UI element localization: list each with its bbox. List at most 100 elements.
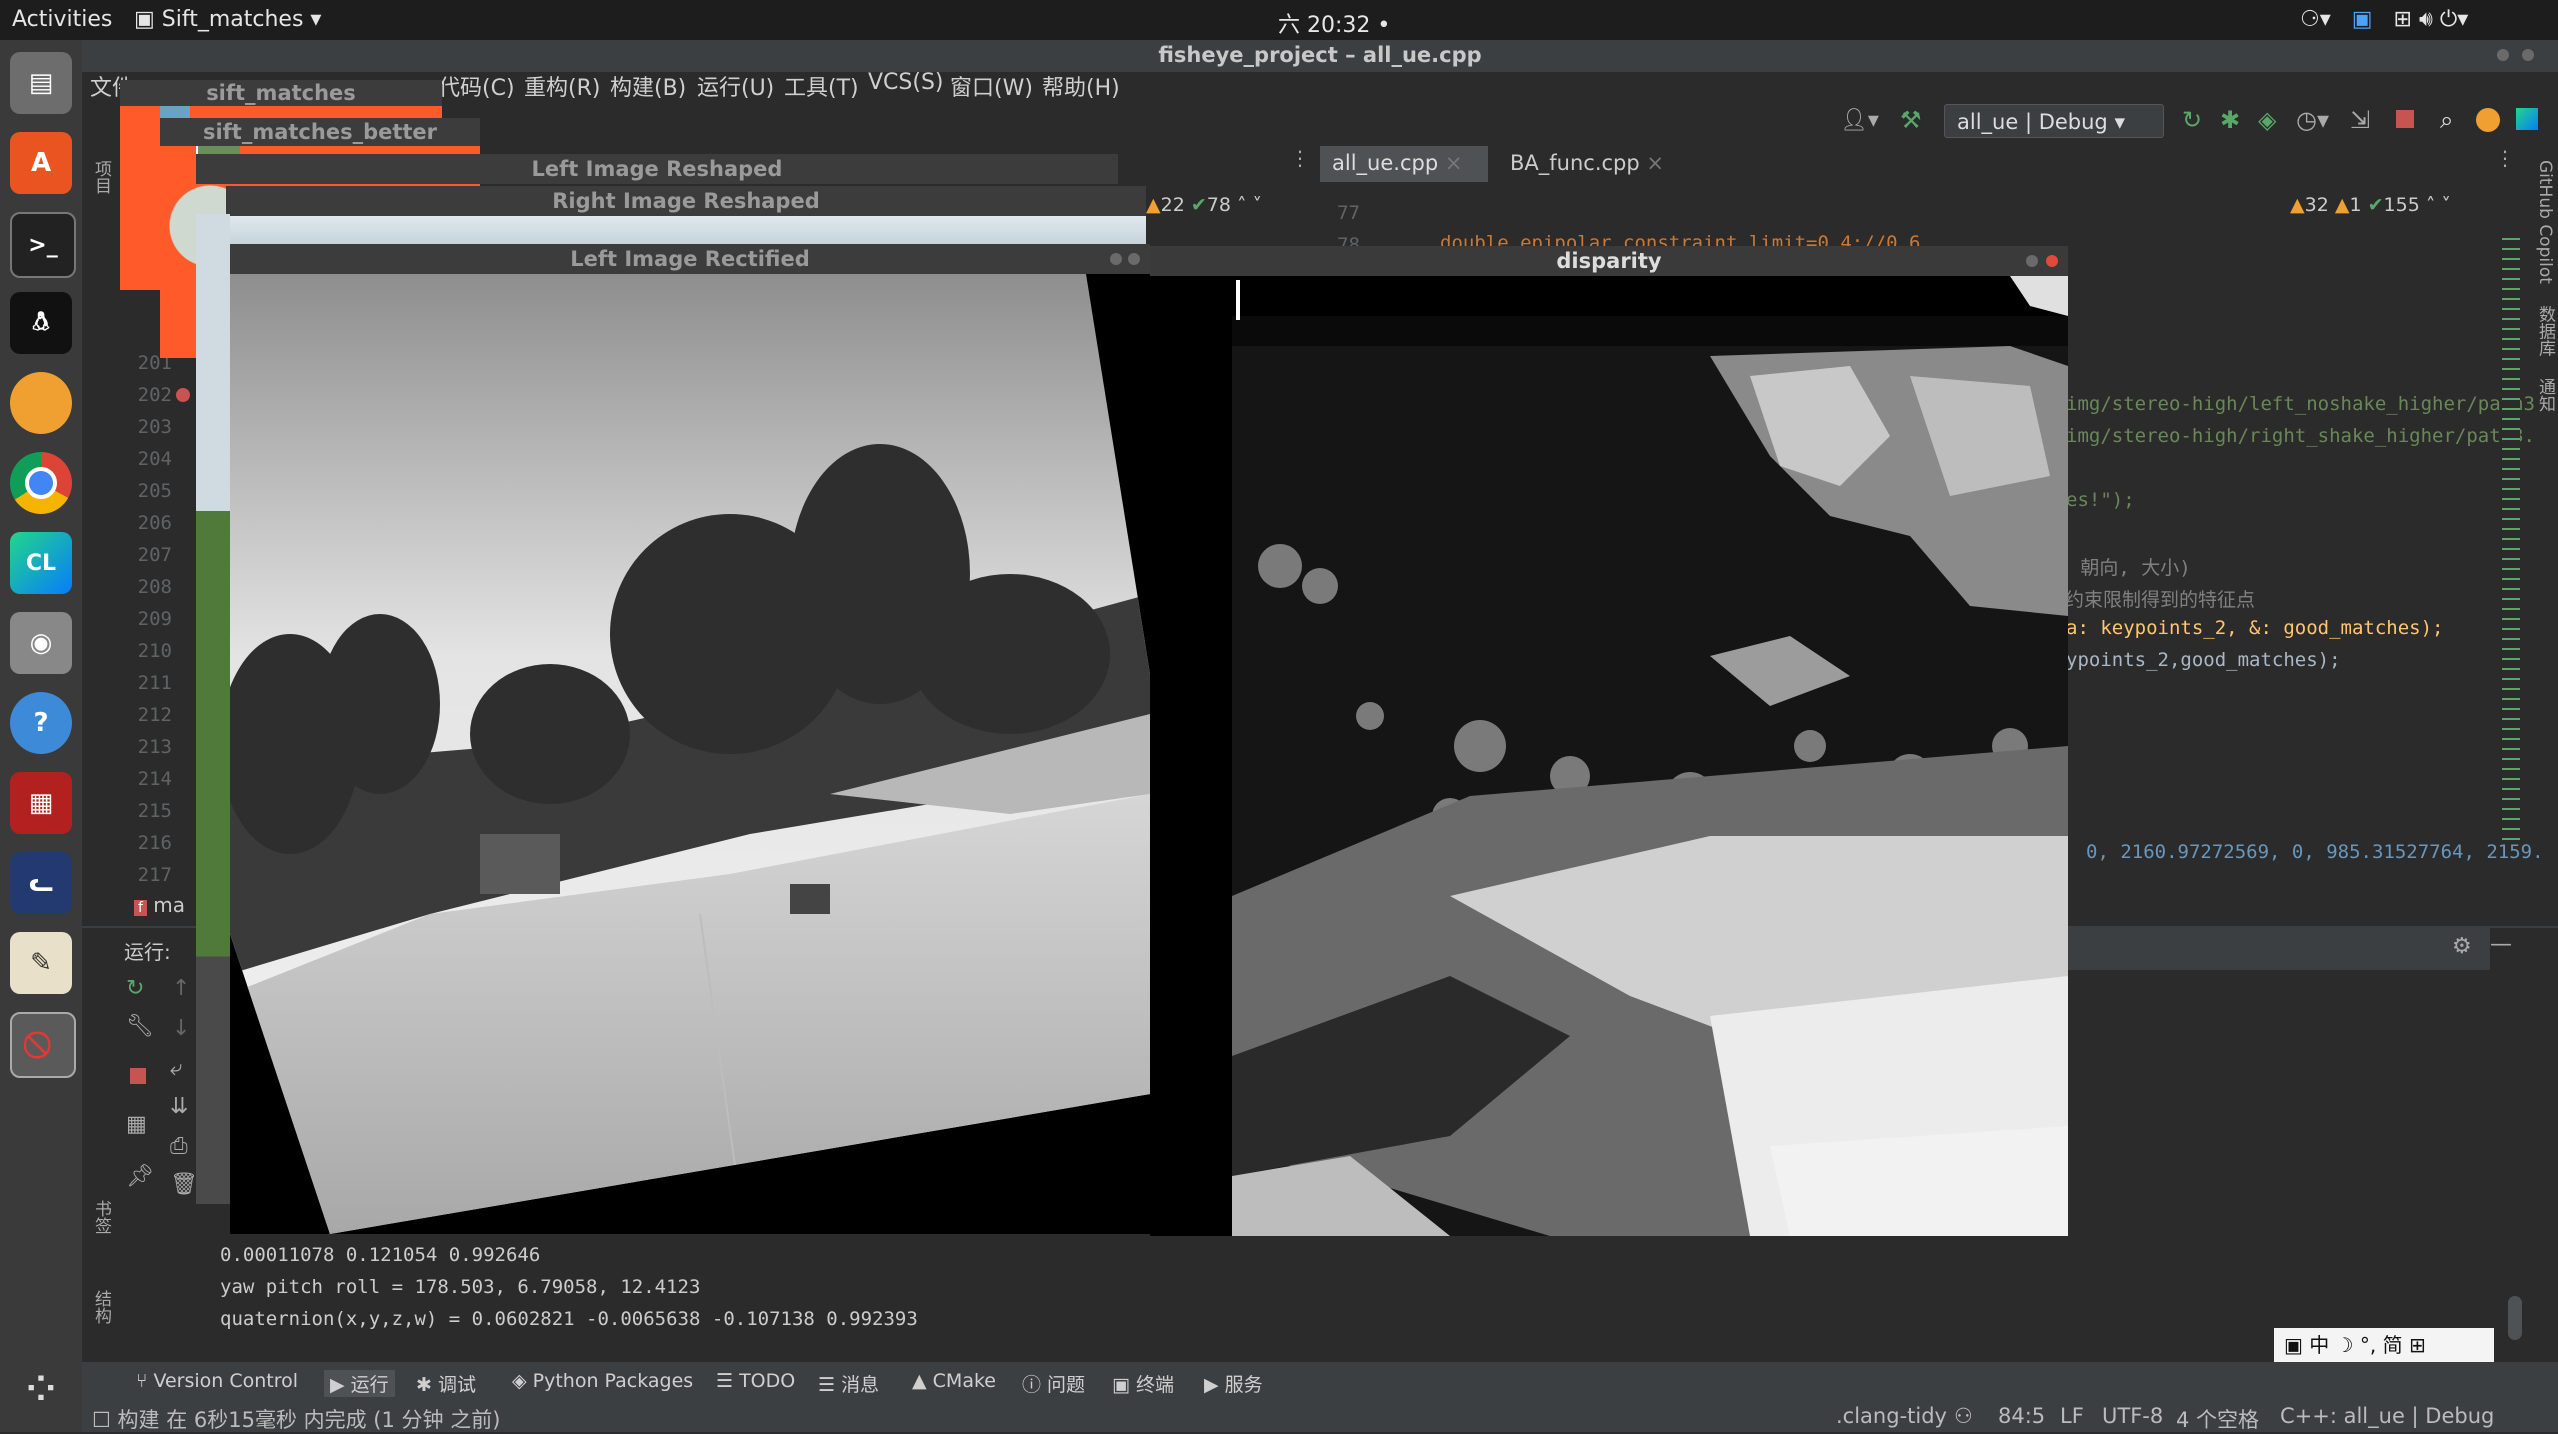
window-title[interactable]: sift_matches_better bbox=[160, 118, 480, 146]
help-icon[interactable]: ? bbox=[10, 692, 72, 754]
window-close-icon[interactable] bbox=[2046, 255, 2058, 267]
stop-run-icon[interactable] bbox=[130, 1068, 146, 1084]
status-copilot-icon[interactable]: ⚇ bbox=[1954, 1404, 1973, 1428]
rerun-icon[interactable]: ↻ bbox=[126, 976, 144, 1001]
build-hammer-icon[interactable]: ⚒ bbox=[1900, 106, 1922, 134]
cat-app-icon[interactable]: ᓚ bbox=[10, 852, 72, 914]
system-tray[interactable]: ⚆▾ ▣ ⊞ 🔊︎ ⏻▾ bbox=[2300, 7, 2468, 32]
tab-messages[interactable]: ☰ 消息 bbox=[818, 1370, 879, 1397]
status-encoding[interactable]: UTF-8 bbox=[2102, 1404, 2163, 1428]
tab-todo[interactable]: ☰ TODO bbox=[716, 1370, 795, 1392]
trash-icon[interactable]: 🗑︎ bbox=[170, 1172, 198, 1197]
hide-panel-icon[interactable]: — bbox=[2490, 932, 2512, 957]
show-apps-icon[interactable]: ⁘ bbox=[10, 1358, 72, 1420]
print-icon[interactable]: ⎙ bbox=[170, 1134, 188, 1159]
tab-ba-func[interactable]: BA_func.cpp × bbox=[1498, 146, 1688, 182]
tool-project[interactable]: 项目 bbox=[86, 160, 114, 230]
clock[interactable]: 六 20:32 • bbox=[1278, 7, 1390, 39]
profile-icon[interactable]: ◷▾ bbox=[2296, 106, 2329, 134]
camera-icon[interactable]: ◉ bbox=[10, 612, 72, 674]
minimize-icon[interactable] bbox=[2497, 49, 2509, 61]
coverage-icon[interactable]: ◈ bbox=[2258, 106, 2276, 134]
scroll-end-icon[interactable]: ⇊ bbox=[170, 1094, 188, 1119]
tab-python-packages[interactable]: ◈ Python Packages bbox=[512, 1370, 693, 1392]
up-arrow-icon[interactable]: ↑ bbox=[172, 976, 190, 1001]
breakpoint-icon[interactable] bbox=[176, 388, 190, 402]
window-close-icon[interactable] bbox=[1128, 253, 1140, 265]
tab-version-control[interactable]: ⑂ Version Control bbox=[136, 1370, 298, 1392]
software-center-icon[interactable]: A bbox=[10, 132, 72, 194]
settings-gear-icon[interactable]: ⚙ bbox=[2452, 934, 2472, 959]
tab-debug[interactable]: ✱ 调试 bbox=[416, 1370, 476, 1397]
window-title[interactable]: Left Image Rectified bbox=[230, 244, 1150, 274]
user-icon[interactable]: 👤︎▾ bbox=[1840, 108, 1879, 133]
close-icon[interactable]: × bbox=[1445, 151, 1463, 175]
status-caret-position[interactable]: 84:5 bbox=[1998, 1404, 2045, 1428]
layout-icon[interactable]: ▦ bbox=[126, 1112, 147, 1137]
menu-run[interactable]: 运行(U) bbox=[697, 70, 774, 102]
window-title[interactable]: Right Image Reshaped bbox=[226, 186, 1146, 216]
menu-vcs[interactable]: VCS(S) bbox=[868, 70, 944, 95]
pin-icon[interactable]: 📌︎ bbox=[126, 1164, 154, 1189]
tool-structure[interactable]: 结构 bbox=[86, 1290, 114, 1350]
down-arrow-icon[interactable]: ↓ bbox=[172, 1016, 190, 1041]
wrench-icon[interactable]: 🔧︎ bbox=[126, 1014, 154, 1039]
jetbrains-icon[interactable] bbox=[2516, 108, 2538, 130]
volume-icon[interactable]: 🔊︎ bbox=[2419, 7, 2433, 32]
tab-services[interactable]: ▶ 服务 bbox=[1204, 1370, 1263, 1397]
tab-cmake[interactable]: ▲ CMake bbox=[912, 1370, 996, 1392]
left-inspection-widget[interactable]: ▲22 ✔78 ˄ ˅ bbox=[1146, 194, 1262, 216]
ime-status-bar[interactable]: ▣ 中 ☽ °, 简 ⊞ bbox=[2274, 1328, 2494, 1362]
menu-tools[interactable]: 工具(T) bbox=[784, 70, 859, 102]
rerun-icon[interactable]: ↻ bbox=[2182, 106, 2202, 134]
menu-code[interactable]: 代码(C) bbox=[438, 70, 515, 102]
network-icon[interactable]: ⊞ bbox=[2394, 7, 2412, 32]
tab-terminal[interactable]: ▣ 终端 bbox=[1112, 1370, 1174, 1397]
qq-icon[interactable]: 🐧︎ bbox=[10, 292, 72, 354]
status-message[interactable]: ☐ 构建 在 6秒15毫秒 内完成 (1 分钟 之前) bbox=[92, 1404, 500, 1434]
tool-notifications[interactable]: 通知 bbox=[2535, 378, 2555, 412]
app-icon[interactable]: ▦ bbox=[10, 772, 72, 834]
stop-icon[interactable] bbox=[2396, 110, 2414, 128]
editor-options-icon[interactable]: ⋮ bbox=[2495, 146, 2515, 170]
app-menu[interactable]: ▣ Sift_matches ▾ bbox=[134, 7, 321, 32]
menu-refactor[interactable]: 重构(R) bbox=[524, 70, 600, 102]
chrome-icon[interactable] bbox=[10, 452, 72, 514]
tabs-menu-icon[interactable]: ⋮ bbox=[1290, 146, 1310, 170]
update-icon[interactable] bbox=[2476, 108, 2500, 132]
close-icon[interactable]: × bbox=[1646, 151, 1664, 175]
tool-bookmarks[interactable]: 书签 bbox=[86, 1200, 114, 1260]
tab-problems[interactable]: ⓘ 问题 bbox=[1022, 1370, 1085, 1397]
error-stripe[interactable] bbox=[2502, 230, 2520, 840]
debug-icon[interactable]: ✱ bbox=[2220, 106, 2240, 134]
tool-github-copilot[interactable]: GitHub Copilot bbox=[2535, 160, 2555, 284]
file-tab-partial[interactable]: f ma bbox=[134, 893, 185, 917]
text-editor-icon[interactable]: ✎ bbox=[10, 932, 72, 994]
menu-window[interactable]: 窗口(W) bbox=[950, 70, 1033, 102]
input-method-icon[interactable]: ▣ bbox=[2352, 7, 2373, 32]
draw-app-icon[interactable] bbox=[10, 372, 72, 434]
status-line-separator[interactable]: LF bbox=[2060, 1404, 2084, 1428]
blocked-app-icon[interactable]: ⃠ bbox=[10, 1012, 76, 1078]
search-icon[interactable]: ⌕ bbox=[2440, 106, 2453, 134]
soft-wrap-icon[interactable]: ⤶ bbox=[170, 1056, 182, 1081]
activities-button[interactable]: Activities bbox=[12, 7, 112, 32]
power-icon[interactable]: ⏻▾ bbox=[2440, 7, 2468, 32]
window-title[interactable]: Left Image Reshaped bbox=[196, 154, 1118, 184]
accessibility-icon[interactable]: ⚆▾ bbox=[2300, 7, 2331, 32]
status-clang-tidy[interactable]: .clang-tidy bbox=[1836, 1404, 1947, 1428]
scrollbar-thumb[interactable] bbox=[2508, 1296, 2522, 1340]
files-icon[interactable]: ▤ bbox=[10, 52, 72, 114]
tab-all-ue[interactable]: all_ue.cpp × bbox=[1320, 146, 1488, 182]
status-context[interactable]: C++: all_ue | Debug bbox=[2280, 1404, 2494, 1428]
tool-database[interactable]: 数据库 bbox=[2535, 306, 2555, 357]
attach-icon[interactable]: ⇲ bbox=[2350, 106, 2370, 134]
tab-run[interactable]: ▶ 运行 bbox=[324, 1370, 395, 1397]
window-close-icon[interactable] bbox=[1110, 253, 1122, 265]
run-config-select[interactable]: all_ue | Debug ▾ bbox=[1944, 104, 2164, 138]
right-inspection-widget[interactable]: ▲32 ▲1 ✔155 ˄ ˅ bbox=[2290, 194, 2451, 216]
menu-help[interactable]: 帮助(H) bbox=[1042, 70, 1120, 102]
menu-build[interactable]: 构建(B) bbox=[610, 70, 686, 102]
window-title[interactable]: disparity bbox=[1150, 246, 2068, 276]
status-indent[interactable]: 4 个空格 bbox=[2176, 1404, 2259, 1434]
